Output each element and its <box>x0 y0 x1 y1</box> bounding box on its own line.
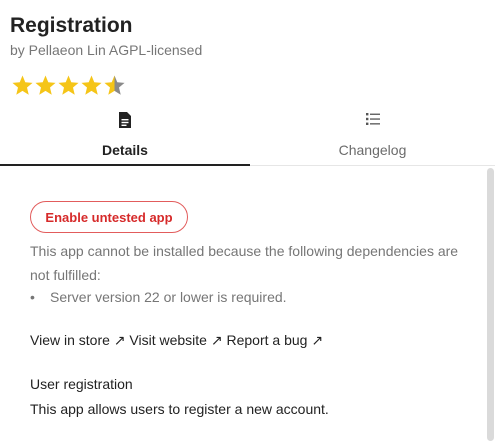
rating-stars <box>11 74 126 97</box>
dependency-item: • Server version 22 or lower is required. <box>30 287 287 307</box>
tab-changelog-label: Changelog <box>338 142 407 158</box>
list-icon <box>365 112 380 128</box>
tab-changelog[interactable]: Changelog <box>250 108 495 166</box>
dependency-text: Server version 22 or lower is required. <box>50 289 287 305</box>
star-icon <box>57 74 80 97</box>
tab-details[interactable]: Details <box>0 108 250 166</box>
dependency-warning: This app cannot be installed because the… <box>30 243 459 283</box>
tab-details-label: Details <box>102 142 148 158</box>
star-icon <box>34 74 57 97</box>
star-icon <box>11 74 34 97</box>
document-icon <box>118 112 132 128</box>
bullet-icon: • <box>30 289 35 305</box>
scrollbar[interactable] <box>487 168 494 441</box>
visit-website-link[interactable]: Visit website ↗ <box>129 332 222 348</box>
star-icon <box>103 74 126 97</box>
report-bug-link[interactable]: Report a bug ↗ <box>226 332 323 348</box>
enable-untested-app-button[interactable]: Enable untested app <box>30 201 188 233</box>
app-title: Registration <box>10 14 133 37</box>
star-icon <box>80 74 103 97</box>
description-text: This app allows users to register a new … <box>30 401 329 417</box>
view-in-store-link[interactable]: View in store ↗ <box>30 332 126 348</box>
tab-bar: Details Changelog <box>0 108 495 166</box>
app-subtitle: by Pellaeon Lin AGPL-licensed <box>10 42 203 58</box>
description-title: User registration <box>30 376 133 392</box>
app-links: View in store ↗ Visit website ↗ Report a… <box>30 332 323 349</box>
